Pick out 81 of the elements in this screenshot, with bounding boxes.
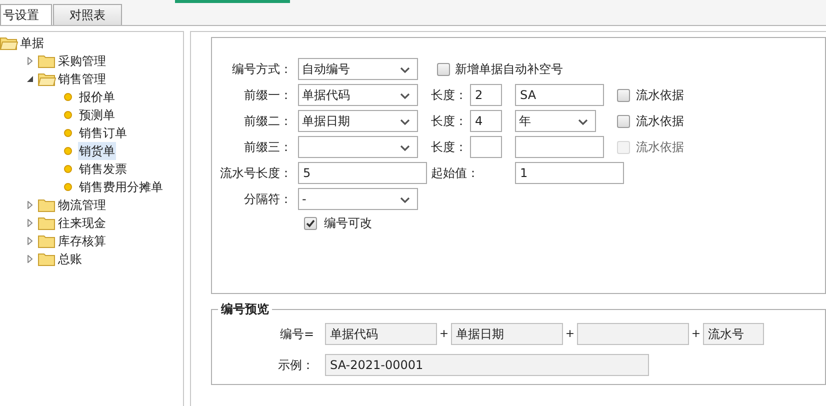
tree-item[interactable]: 销售管理 [57,70,107,88]
dot-icon [64,129,72,137]
field-label: 长度： [431,139,468,156]
dropdown[interactable]: - [298,188,418,210]
tree-item[interactable]: 销货单 [78,142,116,160]
tree-item[interactable]: 物流管理 [57,196,107,214]
checkbox-label: 流水依据 [636,113,684,130]
dot-icon [64,165,72,173]
field-label: 编号方式： [231,61,292,78]
input-field[interactable] [515,136,604,158]
folder-icon [38,198,56,212]
input-field: 单据日期 [451,323,563,345]
tree-item[interactable]: 单据 [19,34,45,52]
expanded-arrow-icon[interactable] [26,75,34,83]
checkbox-label: 新增单据自动补空号 [455,61,563,78]
checkbox-label: 流水依据 [636,87,684,104]
folder-icon [38,216,56,230]
field-label: 编号= [278,326,314,343]
input-field[interactable]: 4 [470,110,502,132]
field-label: 长度： [431,113,468,130]
chevron-down-icon [578,119,588,125]
collapsed-arrow-icon[interactable] [26,57,34,65]
input-field: 单据代码 [325,323,437,345]
collapsed-arrow-icon[interactable] [26,255,34,263]
collapsed-arrow-icon[interactable] [26,237,34,245]
checkbox[interactable] [617,114,630,128]
chevron-down-icon [400,67,410,73]
field-label: 前缀一： [243,87,292,104]
dropdown[interactable]: 年 [515,110,596,132]
dot-icon [64,111,72,119]
tab[interactable]: 号设置 [0,4,52,25]
tree-item[interactable]: 报价单 [78,88,116,106]
checkbox[interactable] [617,88,630,102]
folder-icon [38,234,56,248]
plus-sign: + [438,326,450,342]
chevron-down-icon [400,119,410,125]
field-label: 前缀二： [243,113,292,130]
field-label: 长度： [431,87,468,104]
field-label: 前缀三： [243,139,292,156]
field-label: 起始值： [431,165,480,182]
checkbox-label: 编号可改 [324,215,372,232]
dropdown[interactable]: 单据日期 [298,110,418,132]
dropdown[interactable]: 自动编号 [298,58,418,80]
dot-icon [64,93,72,101]
collapsed-arrow-icon[interactable] [26,201,34,209]
checkbox[interactable] [304,216,317,230]
group-title: 编号预览 [218,301,272,317]
dot-icon [64,147,72,155]
dropdown[interactable]: 单据代码 [298,84,418,106]
tree-item[interactable]: 采购管理 [57,52,107,70]
input-field: SA-2021-00001 [325,354,649,376]
collapsed-arrow-icon[interactable] [26,219,34,227]
plus-sign: + [690,326,702,342]
tree-item[interactable]: 预测单 [78,106,116,124]
field-label: 分隔符： [243,191,292,208]
chevron-down-icon [400,197,410,203]
tree-item[interactable]: 库存核算 [57,232,107,250]
chevron-down-icon [400,93,410,99]
input-field[interactable]: 5 [298,162,427,184]
chevron-down-icon [400,145,410,151]
tab[interactable]: 对照表 [53,4,122,25]
field-label: 流水号长度： [219,165,292,182]
folder-icon [38,72,56,86]
folder-icon [38,54,56,68]
input-field[interactable]: 1 [515,162,624,184]
tree-item[interactable]: 总账 [57,250,83,268]
input-field: 流水号 [703,323,764,345]
dot-icon [64,183,72,191]
tree-item[interactable]: 销售订单 [78,124,128,142]
input-field[interactable]: 2 [470,84,502,106]
tree-item[interactable]: 销售发票 [78,160,128,178]
plus-sign: + [564,326,576,342]
checkbox[interactable] [437,62,450,76]
tree-item[interactable]: 销售费用分摊单 [78,178,164,196]
dropdown[interactable] [298,136,418,158]
field-label: 示例： [277,357,314,374]
input-field[interactable] [470,136,502,158]
checkbox-label: 流水依据 [636,139,684,156]
tree-item[interactable]: 往来现金 [57,214,107,232]
folder-icon [38,252,56,266]
input-field[interactable]: SA [515,84,604,106]
